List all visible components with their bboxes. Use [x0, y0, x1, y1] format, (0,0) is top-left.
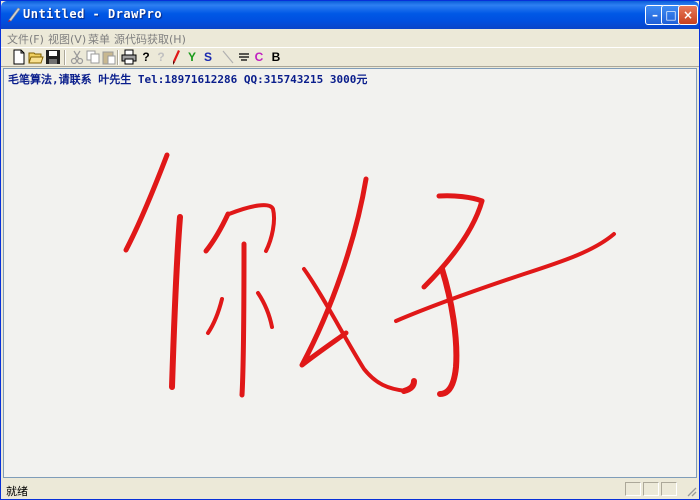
- status-text: 就绪: [6, 485, 28, 498]
- brush-stroke: [256, 291, 274, 329]
- app-window: Untitled - DrawPro – □ × 文件(F) 视图(V) 菜单 …: [0, 0, 700, 500]
- pen-icon: [8, 7, 21, 22]
- menu-menu[interactable]: 菜单: [88, 31, 110, 47]
- new-file-icon[interactable]: [11, 49, 27, 65]
- window-title: Untitled - DrawPro: [23, 7, 163, 21]
- brush-stroke: [203, 211, 231, 254]
- brush-stroke: [227, 203, 277, 253]
- brush-stroke: [123, 152, 170, 253]
- help-icon[interactable]: ?: [138, 49, 154, 65]
- menu-source-code[interactable]: 源代码获取(H): [114, 31, 186, 47]
- tool-b-button[interactable]: B: [268, 49, 284, 65]
- align-icon[interactable]: [236, 49, 252, 65]
- brush-stroke: [437, 266, 460, 397]
- context-help-icon[interactable]: ?: [153, 49, 169, 65]
- save-icon[interactable]: [45, 49, 61, 65]
- status-pane: [625, 482, 641, 496]
- toolbar: ? ? Y S C B: [1, 47, 699, 67]
- brush-stroke: [169, 214, 183, 390]
- tool-s-button[interactable]: S: [200, 49, 216, 65]
- drawing-canvas[interactable]: 毛笔算法,请联系 叶先生 Tel:18971612286 QQ:31574321…: [3, 68, 697, 478]
- brush-stroke: [421, 193, 485, 290]
- menu-view[interactable]: 视图(V): [48, 31, 86, 47]
- brush-stroke: [401, 378, 417, 394]
- brush-stroke: [299, 176, 369, 368]
- brush-icon[interactable]: [169, 49, 185, 65]
- brush-stroke: [206, 297, 224, 335]
- brush-stroke: [394, 232, 616, 323]
- copy-icon[interactable]: [85, 49, 101, 65]
- print-icon[interactable]: [121, 49, 137, 65]
- open-folder-icon[interactable]: [28, 49, 44, 65]
- toolbar-separator: [64, 50, 66, 65]
- cut-icon[interactable]: [69, 49, 85, 65]
- status-pane: [643, 482, 659, 496]
- close-button[interactable]: ×: [678, 5, 698, 25]
- menu-file[interactable]: 文件(F): [7, 31, 44, 47]
- status-pane: [661, 482, 677, 496]
- paste-icon[interactable]: [101, 49, 117, 65]
- status-bar: 就绪: [1, 480, 699, 499]
- handwriting-strokes: [123, 152, 616, 398]
- brush-stroke: [239, 241, 247, 398]
- menu-bar: 文件(F) 视图(V) 菜单 源代码获取(H): [1, 29, 699, 47]
- tool-c-button[interactable]: C: [251, 49, 267, 65]
- toolbar-separator: [117, 50, 119, 65]
- tool-y-button[interactable]: Y: [184, 49, 200, 65]
- title-bar[interactable]: Untitled - DrawPro – □ ×: [1, 1, 699, 29]
- resize-grip-icon[interactable]: [685, 485, 697, 497]
- line-tool-icon[interactable]: [220, 49, 236, 65]
